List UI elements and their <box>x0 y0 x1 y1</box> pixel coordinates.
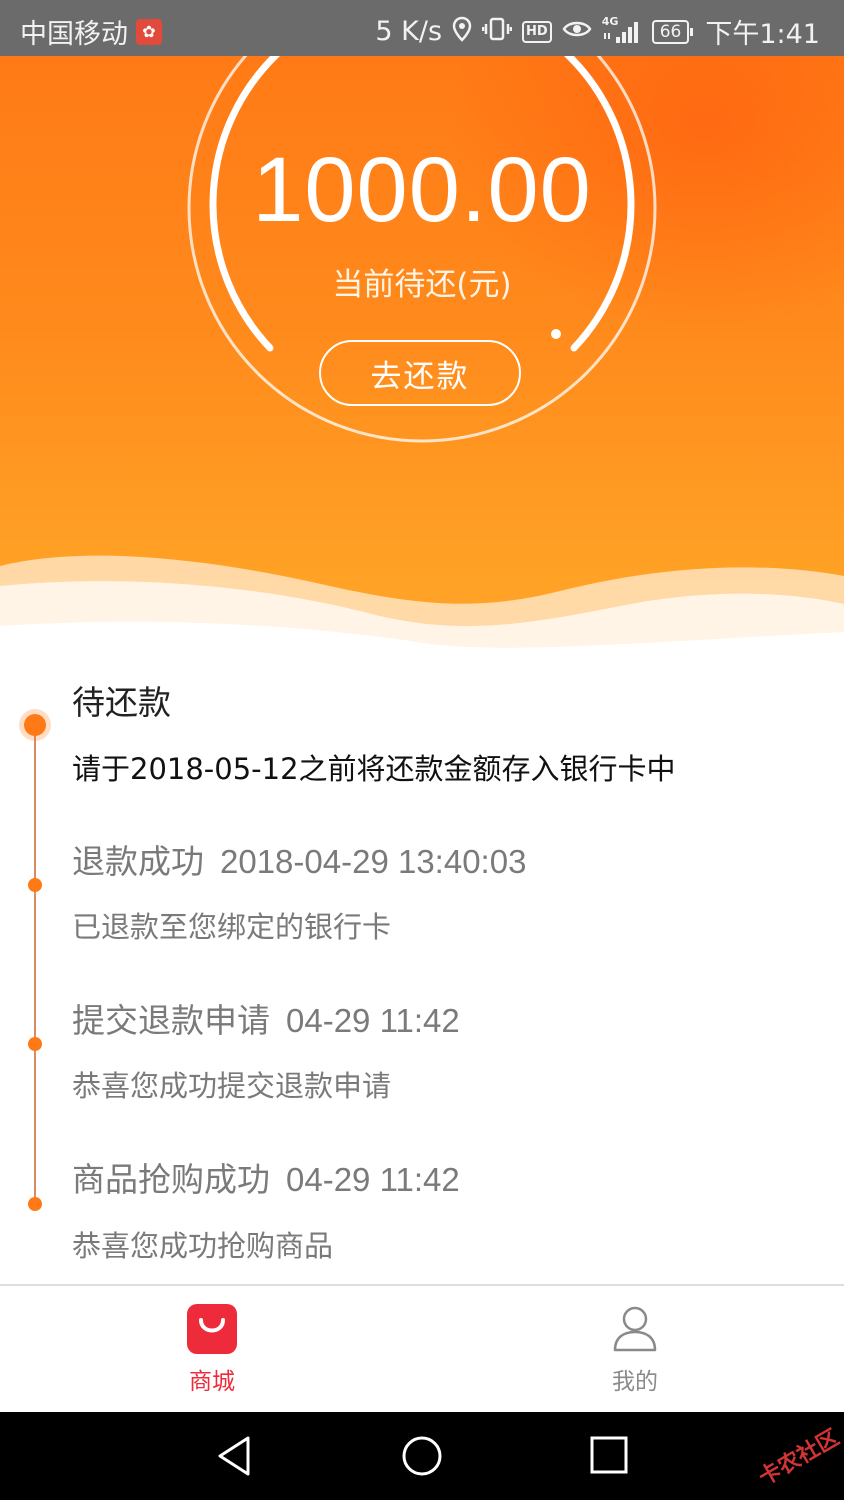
tab-shop-label: 商城 <box>189 1369 235 1395</box>
location-icon <box>452 16 472 48</box>
recents-square-icon <box>590 1436 628 1474</box>
timeline-item-desc: 已退款至您绑定的银行卡 <box>72 910 392 944</box>
eye-comfort-icon <box>562 18 592 46</box>
timeline-status: 待还款 <box>72 683 171 722</box>
bottom-tab-bar: 商城 我的 <box>0 1284 844 1412</box>
status-icons: 5 K/s HD 4G 66 下午1:41 <box>375 12 820 51</box>
pending-amount: 1000.00 <box>252 139 592 241</box>
timeline-item-desc: 恭喜您成功抢购商品 <box>72 1229 334 1263</box>
pending-amount-label: 当前待还(元) <box>332 267 512 303</box>
status-bar: 中国移动 ✿ 5 K/s HD 4G 66 下午1:41 <box>0 0 844 56</box>
carrier-name: 中国移动 <box>20 19 128 50</box>
timeline-dot <box>28 878 42 892</box>
timeline-item-title: 退款成功 2018-04-29 13:40:03 <box>72 835 526 883</box>
battery-icon: 66 <box>651 19 693 44</box>
recents-button[interactable] <box>588 1434 630 1480</box>
watermark-logo: 卡农社区 <box>754 1425 844 1491</box>
back-triangle-icon <box>218 1436 250 1476</box>
hd-icon: HD <box>522 20 552 43</box>
repay-button[interactable]: 去还款 <box>319 340 521 406</box>
progress-indicator-dot <box>551 329 561 339</box>
app-screen: 中国移动 ✿ 5 K/s HD 4G 66 下午1:41 1000.00 当前待… <box>0 0 844 1500</box>
vibrate-icon <box>481 16 513 48</box>
net-speed: 5 K/s <box>375 16 443 47</box>
back-button[interactable] <box>214 1434 254 1482</box>
tab-mine-label: 我的 <box>612 1369 658 1395</box>
network-type: 4G <box>601 14 619 28</box>
system-nav-bar: 卡农社区 <box>0 1412 844 1500</box>
timeline-time: 04-29 11:42 <box>286 1161 460 1198</box>
shopping-bag-icon <box>187 1304 237 1354</box>
carrier-info: 中国移动 ✿ <box>20 12 162 51</box>
timeline-line <box>34 726 36 1206</box>
timeline-dot <box>28 1197 42 1211</box>
timeline-item-desc: 恭喜您成功提交退款申请 <box>72 1069 392 1103</box>
timeline-dot-active <box>24 714 46 736</box>
repayment-timeline: 待还款 请于2018-05-12之前将还款金额存入银行卡中 退款成功 2018-0… <box>0 656 844 1284</box>
clock: 下午1:41 <box>705 19 820 50</box>
repayment-hero: 1000.00 当前待还(元) 去还款 <box>0 56 844 656</box>
timeline-time: 2018-04-29 13:40:03 <box>220 843 527 880</box>
tab-shop[interactable]: 商城 <box>132 1304 292 1404</box>
timeline-item-title: 待还款 <box>72 676 171 724</box>
timeline-item-title: 提交退款申请 04-29 11:42 <box>72 994 460 1042</box>
timeline-status: 退款成功 <box>72 842 204 881</box>
home-circle-icon <box>402 1436 442 1476</box>
timeline-time: 04-29 11:42 <box>286 1002 460 1039</box>
wave-decoration <box>0 555 844 656</box>
timeline-status: 提交退款申请 <box>72 1001 270 1040</box>
carrier-app-icon: ✿ <box>136 18 162 45</box>
timeline-dot <box>28 1037 42 1051</box>
user-icon <box>610 1304 660 1354</box>
timeline-item-title: 商品抢购成功 04-29 11:42 <box>72 1153 460 1201</box>
tab-mine[interactable]: 我的 <box>555 1304 715 1404</box>
timeline-item-desc: 请于2018-05-12之前将还款金额存入银行卡中 <box>72 752 676 786</box>
timeline-status: 商品抢购成功 <box>72 1160 270 1199</box>
signal-icon: 4G <box>602 15 642 45</box>
home-button[interactable] <box>400 1434 444 1482</box>
